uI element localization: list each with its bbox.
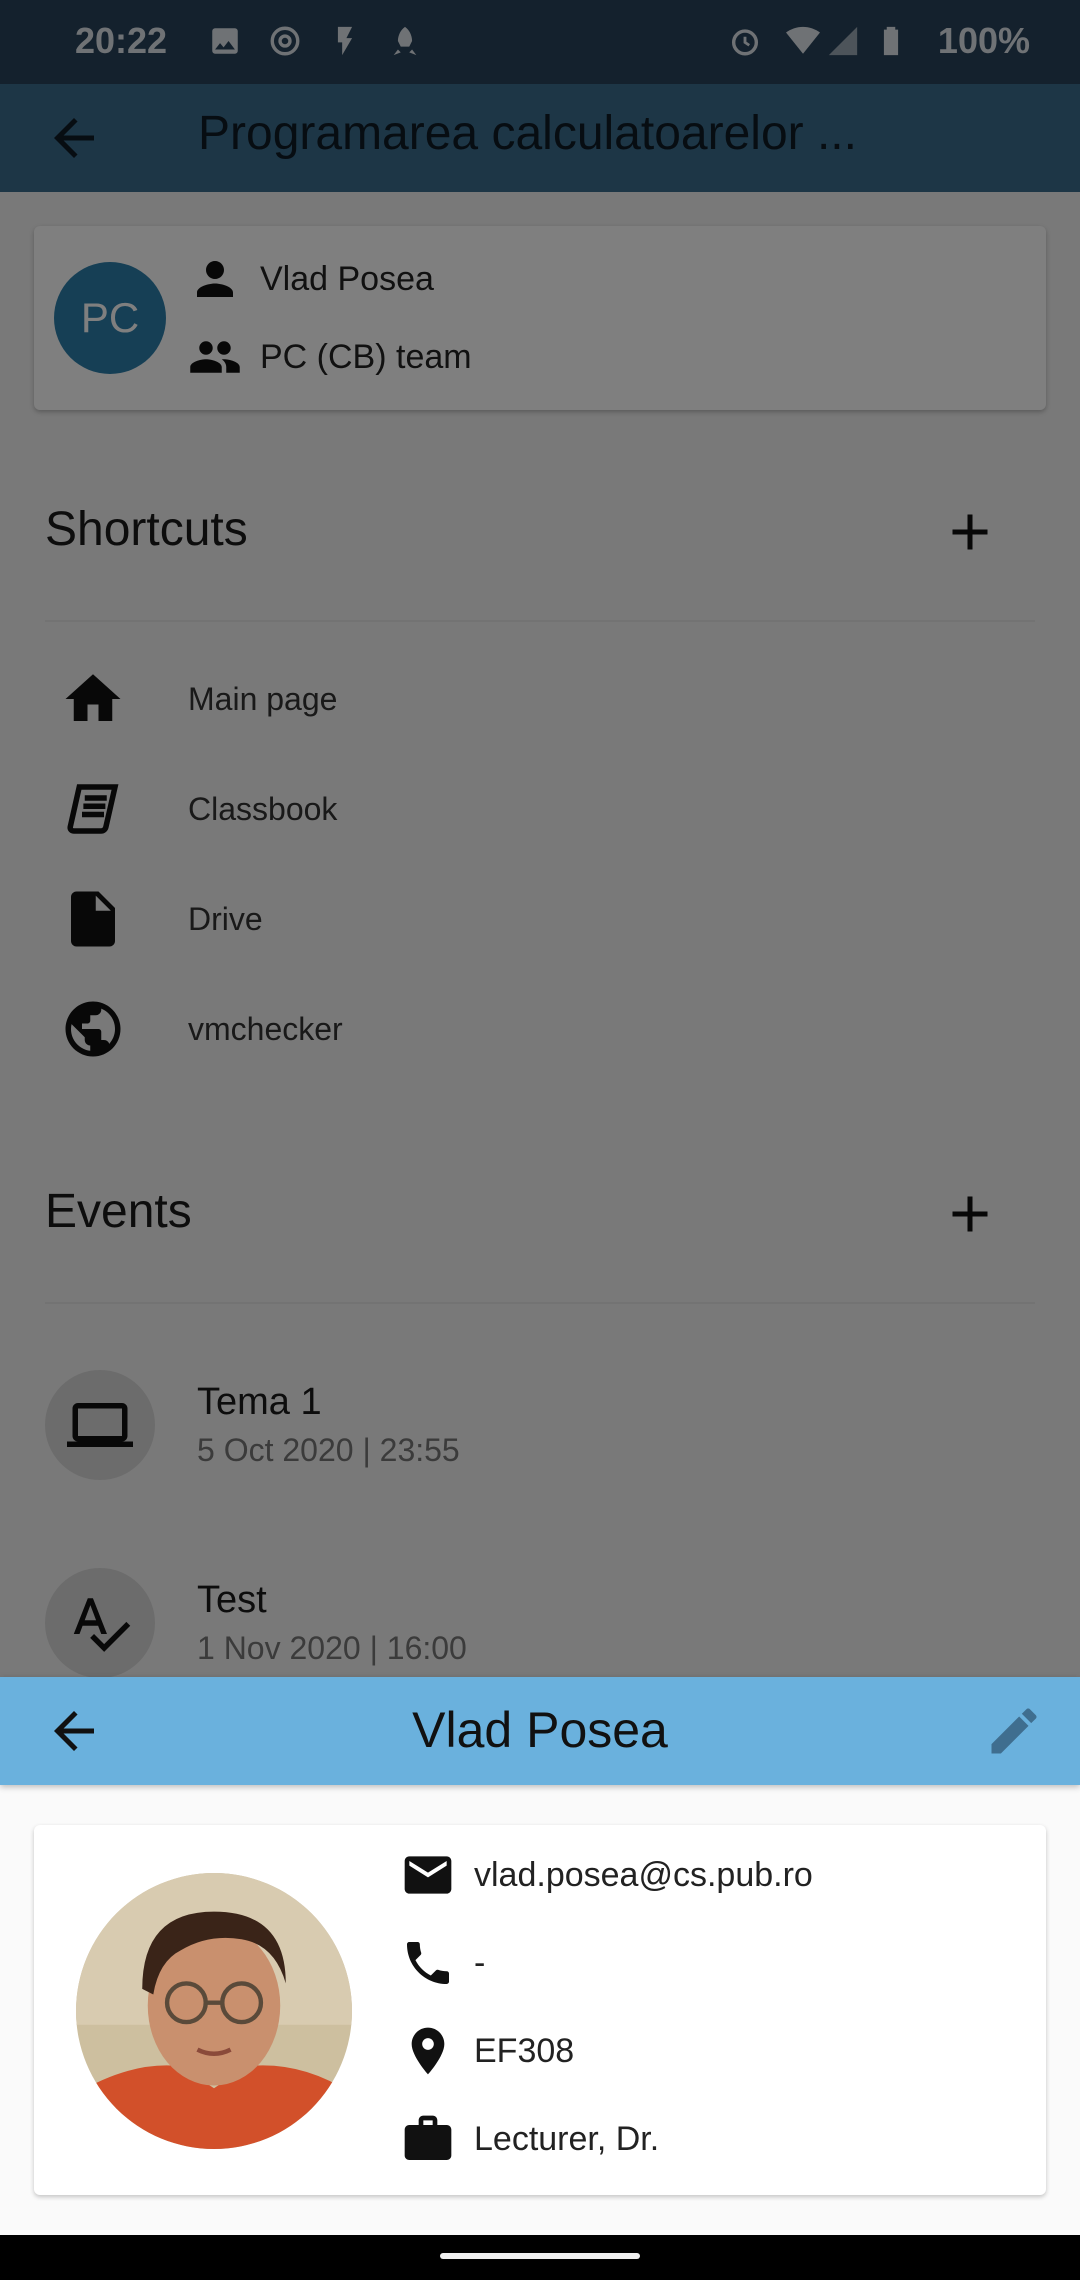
phone-value: - (474, 1943, 486, 1982)
home-gesture-handle[interactable] (440, 2253, 640, 2259)
briefcase-icon (404, 2115, 452, 2160)
phone-icon (407, 1942, 449, 1984)
edit-pencil-icon[interactable] (984, 1701, 1044, 1761)
phone-row[interactable]: - (400, 1935, 485, 1991)
position-value: Lecturer, Dr. (474, 2119, 660, 2158)
modal-scrim[interactable] (0, 0, 1080, 1677)
email-row[interactable]: vlad.posea@cs.pub.ro (400, 1847, 813, 1903)
sheet-header: Vlad Posea (0, 1677, 1080, 1785)
position-row[interactable]: Lecturer, Dr. (400, 2111, 659, 2167)
profile-bottom-sheet: Vlad Posea vlad.posea@cs.pub.ro - EF308 … (0, 1677, 1080, 2235)
mail-icon (404, 1856, 452, 1894)
sheet-title: Vlad Posea (412, 1702, 668, 1758)
profile-photo (76, 1873, 352, 2149)
email-value: vlad.posea@cs.pub.ro (474, 1855, 813, 1894)
system-nav-bar (0, 2235, 1080, 2280)
office-row[interactable]: EF308 (400, 2023, 574, 2079)
profile-card: vlad.posea@cs.pub.ro - EF308 Lecturer, D… (34, 1825, 1046, 2195)
office-value: EF308 (474, 2031, 575, 2070)
location-pin-icon (411, 2027, 445, 2075)
